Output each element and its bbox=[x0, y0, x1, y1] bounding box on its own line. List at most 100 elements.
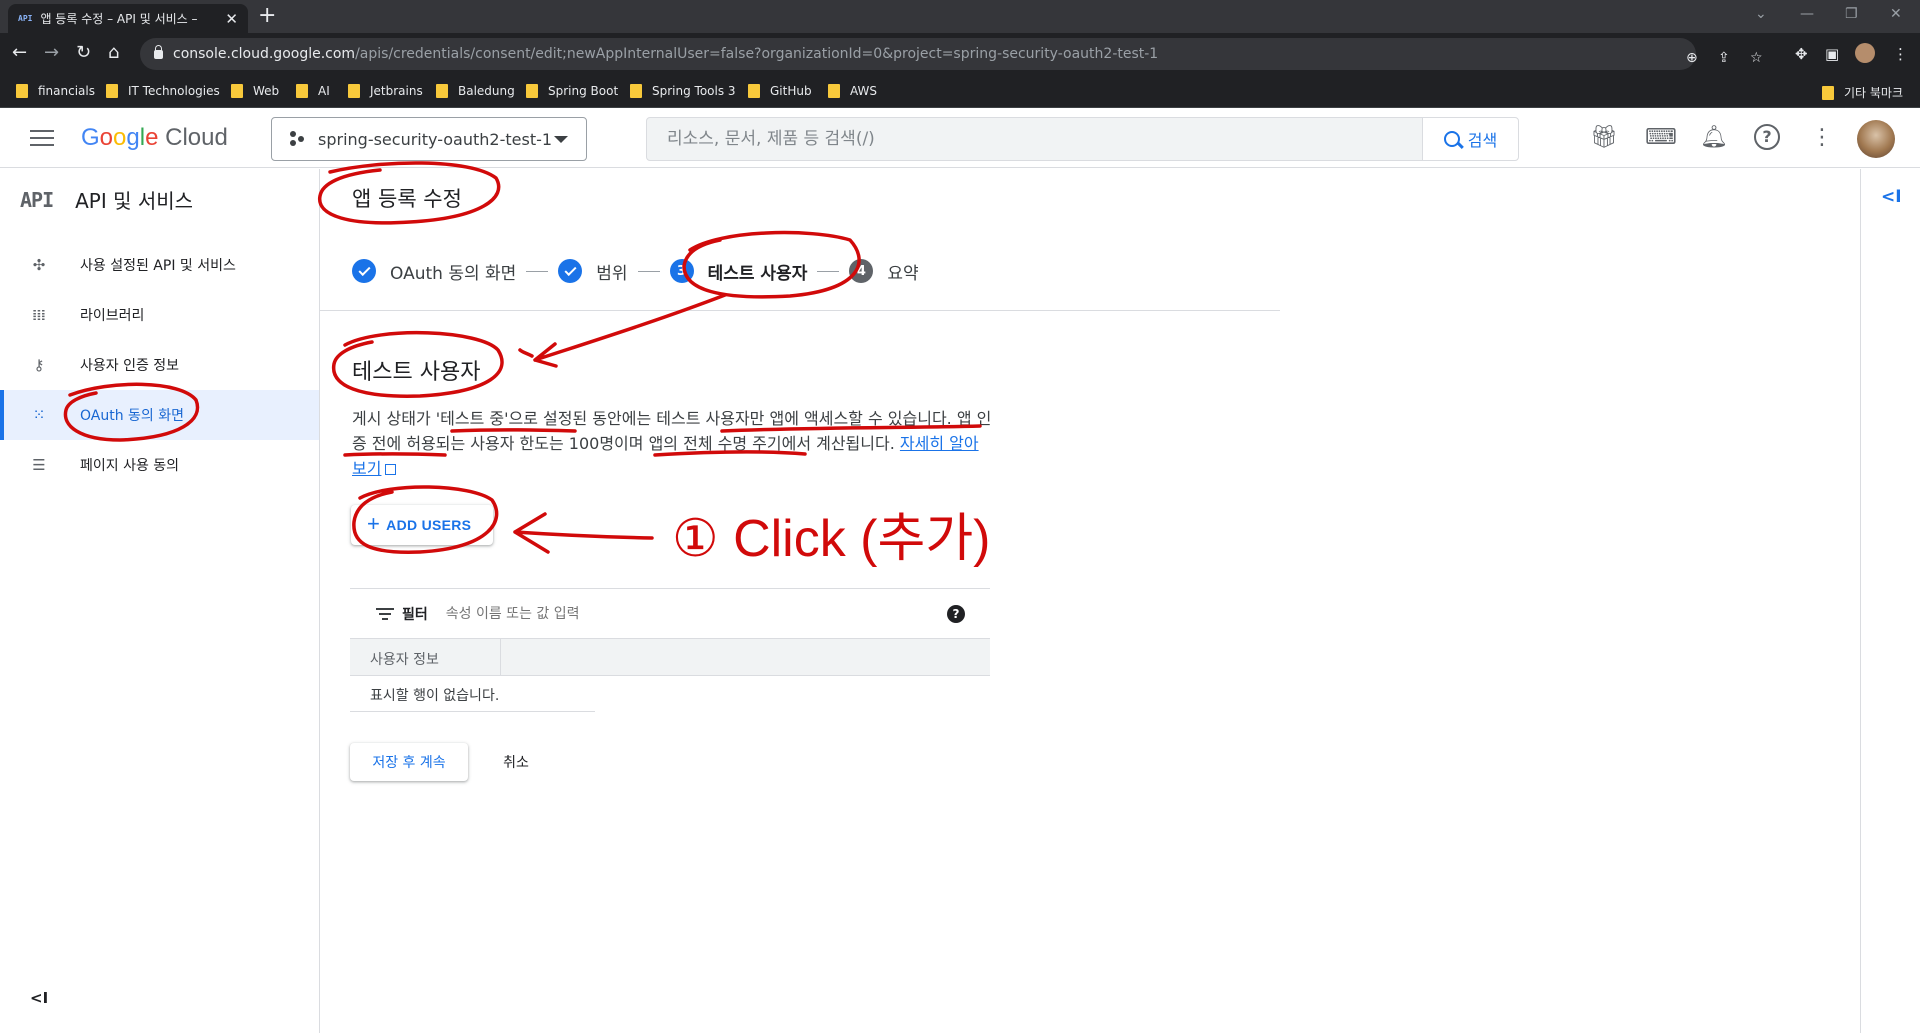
folder-icon bbox=[106, 84, 118, 98]
main-menu-icon[interactable] bbox=[30, 130, 54, 148]
other-bookmarks[interactable]: 기타 북마크 bbox=[1822, 84, 1903, 101]
address-bar[interactable]: console.cloud.google.com/apis/credential… bbox=[140, 38, 1763, 70]
step-oauth-consent[interactable]: OAuth 동의 화면 bbox=[352, 259, 516, 284]
project-name: spring-security-oauth2-test-1 bbox=[318, 129, 553, 149]
console-header: Google Cloud spring-security-oauth2-test… bbox=[0, 108, 1920, 168]
folder-icon bbox=[748, 84, 760, 98]
minimize-icon[interactable]: — bbox=[1800, 6, 1814, 22]
stepper: OAuth 동의 화면 범위 3 테스트 사용자 4 요약 bbox=[352, 256, 919, 286]
bookmark-folder[interactable]: GitHub bbox=[748, 84, 812, 98]
share-icon[interactable]: ⇪ bbox=[1718, 50, 1730, 66]
bookmarks-bar: financials IT Technologies Web AI Jetbra… bbox=[0, 76, 1920, 108]
step-scopes[interactable]: 범위 bbox=[558, 259, 628, 284]
bookmark-star-icon[interactable]: ☆ bbox=[1750, 50, 1763, 66]
folder-icon bbox=[348, 84, 360, 98]
right-rail: <I bbox=[1860, 169, 1920, 1033]
folder-icon bbox=[1822, 85, 1834, 100]
search-input[interactable] bbox=[647, 118, 1423, 160]
library-icon: 𝍖 bbox=[32, 306, 46, 324]
filter-bar: 필터 ? bbox=[350, 588, 990, 638]
cancel-button[interactable]: 취소 bbox=[488, 743, 544, 781]
bookmark-folder[interactable]: Spring Tools 3 bbox=[630, 84, 736, 98]
table-empty-message: 표시할 행이 없습니다. bbox=[350, 676, 595, 712]
help-icon[interactable]: ? bbox=[947, 605, 965, 623]
section-title: 테스트 사용자 bbox=[352, 360, 481, 385]
filter-input[interactable] bbox=[445, 605, 906, 622]
bookmark-folder[interactable]: AWS bbox=[828, 84, 877, 98]
project-icon bbox=[290, 131, 306, 147]
bookmark-folder[interactable]: Jetbrains bbox=[348, 84, 423, 98]
column-header-user-info[interactable]: 사용자 정보 bbox=[370, 649, 439, 669]
test-users-description: 게시 상태가 '테스트 중'으로 설정된 동안에는 테스트 사용자만 앱에 액세… bbox=[352, 409, 992, 478]
table-header: 사용자 정보 bbox=[350, 638, 990, 676]
project-picker[interactable]: spring-security-oauth2-test-1 bbox=[271, 117, 587, 161]
step-separator bbox=[637, 270, 660, 272]
settings-list-icon: ☰ bbox=[32, 456, 46, 474]
browser-toolbar: ← → ↻ ⌂ console.cloud.google.com/apis/cr… bbox=[0, 33, 1920, 76]
step-test-users[interactable]: 3 테스트 사용자 bbox=[669, 259, 807, 284]
google-cloud-logo[interactable]: Google Cloud bbox=[81, 124, 228, 152]
search-button[interactable]: 검색 bbox=[1422, 117, 1519, 161]
sidebar-item-library[interactable]: 𝍖 라이브러리 bbox=[0, 290, 319, 340]
help-icon[interactable]: ? bbox=[1754, 124, 1780, 150]
step-summary[interactable]: 4 요약 bbox=[849, 259, 919, 284]
sidebar-item-credentials[interactable]: ⚷ 사용자 인증 정보 bbox=[0, 340, 319, 390]
reload-icon[interactable]: ↻ bbox=[76, 42, 91, 63]
folder-icon bbox=[296, 84, 308, 98]
folder-icon bbox=[828, 84, 840, 98]
step-number: 4 bbox=[849, 259, 874, 283]
add-users-button[interactable]: + ADD USERS bbox=[351, 505, 493, 545]
bookmark-folder[interactable]: Baledung bbox=[436, 84, 515, 98]
browser-tab[interactable]: API 앱 등록 수정 – API 및 서비스 – ✕ bbox=[8, 4, 248, 33]
bookmark-folder[interactable]: AI bbox=[296, 84, 330, 98]
sidebar-title: API 및 서비스 bbox=[75, 189, 194, 213]
terminal-icon[interactable]: ⌨ bbox=[1645, 124, 1677, 152]
new-tab-icon[interactable]: + bbox=[258, 3, 276, 28]
home-icon[interactable]: ⌂ bbox=[108, 42, 119, 63]
sidebar-item-page-usage[interactable]: ☰ 페이지 사용 동의 bbox=[0, 440, 319, 490]
bookmark-folder[interactable]: financials bbox=[16, 84, 95, 98]
sidebar-item-oauth-consent[interactable]: ⁙ OAuth 동의 화면 bbox=[0, 390, 319, 440]
url-host: console.cloud.google.com bbox=[173, 46, 356, 62]
save-and-continue-button[interactable]: 저장 후 계속 bbox=[350, 743, 468, 781]
bookmark-folder[interactable]: Web bbox=[231, 84, 279, 98]
sidebar-item-label: 라이브러리 bbox=[80, 308, 145, 324]
gift-icon[interactable]: 🎁︎ bbox=[1590, 124, 1618, 152]
consent-grid-icon: ⁙ bbox=[32, 406, 46, 424]
close-tab-icon[interactable]: ✕ bbox=[225, 10, 238, 28]
zoom-icon[interactable]: ⊕ bbox=[1686, 50, 1698, 66]
api-logo-icon: API bbox=[20, 187, 54, 212]
browser-tab-strip: API 앱 등록 수정 – API 및 서비스 – ✕ + ⌄ — ❐ ✕ bbox=[0, 0, 1920, 33]
sidebar-item-enabled-apis[interactable]: ✣ 사용 설정된 API 및 서비스 bbox=[0, 240, 319, 290]
browser-profile-avatar[interactable] bbox=[1855, 43, 1875, 63]
forward-icon[interactable]: → bbox=[44, 42, 59, 63]
plus-icon: + bbox=[367, 511, 381, 536]
sidebar-header: API API 및 서비스 bbox=[20, 185, 193, 214]
sidebar-item-label: 사용자 인증 정보 bbox=[80, 358, 180, 374]
expand-panel-icon[interactable]: <I bbox=[1881, 187, 1902, 207]
column-separator bbox=[500, 639, 501, 676]
bookmark-folder[interactable]: Spring Boot bbox=[526, 84, 618, 98]
search-icon bbox=[1443, 131, 1460, 147]
sidebar-item-label: 페이지 사용 동의 bbox=[80, 458, 180, 474]
api-favicon-icon: API bbox=[18, 14, 33, 23]
close-window-icon[interactable]: ✕ bbox=[1890, 6, 1902, 22]
restore-icon[interactable]: ❐ bbox=[1845, 6, 1858, 22]
sidebar: API API 및 서비스 ✣ 사용 설정된 API 및 서비스 𝍖 라이브러리… bbox=[0, 169, 320, 1033]
chrome-menu-icon[interactable]: ⋮ bbox=[1893, 45, 1908, 63]
extensions-icon[interactable]: ✥ bbox=[1795, 45, 1808, 63]
lock-icon[interactable] bbox=[154, 44, 163, 59]
more-vert-icon[interactable]: ⋮ bbox=[1808, 124, 1836, 152]
bookmark-folder[interactable]: IT Technologies bbox=[106, 84, 220, 98]
side-panel-icon[interactable]: ▣ bbox=[1825, 45, 1839, 63]
avatar[interactable] bbox=[1857, 120, 1895, 158]
step-separator bbox=[526, 270, 549, 272]
tab-search-icon[interactable]: ⌄ bbox=[1755, 6, 1767, 22]
bell-icon[interactable]: 🔔︎ bbox=[1700, 124, 1728, 152]
collapse-sidebar-icon[interactable]: <I bbox=[30, 989, 48, 1007]
url-path: /apis/credentials/consent/edit;newAppInt… bbox=[355, 46, 1159, 62]
arrow-to-add-users bbox=[513, 512, 654, 554]
check-circle-icon bbox=[352, 259, 376, 283]
arrow-step-connector bbox=[518, 348, 534, 358]
back-icon[interactable]: ← bbox=[12, 42, 27, 63]
